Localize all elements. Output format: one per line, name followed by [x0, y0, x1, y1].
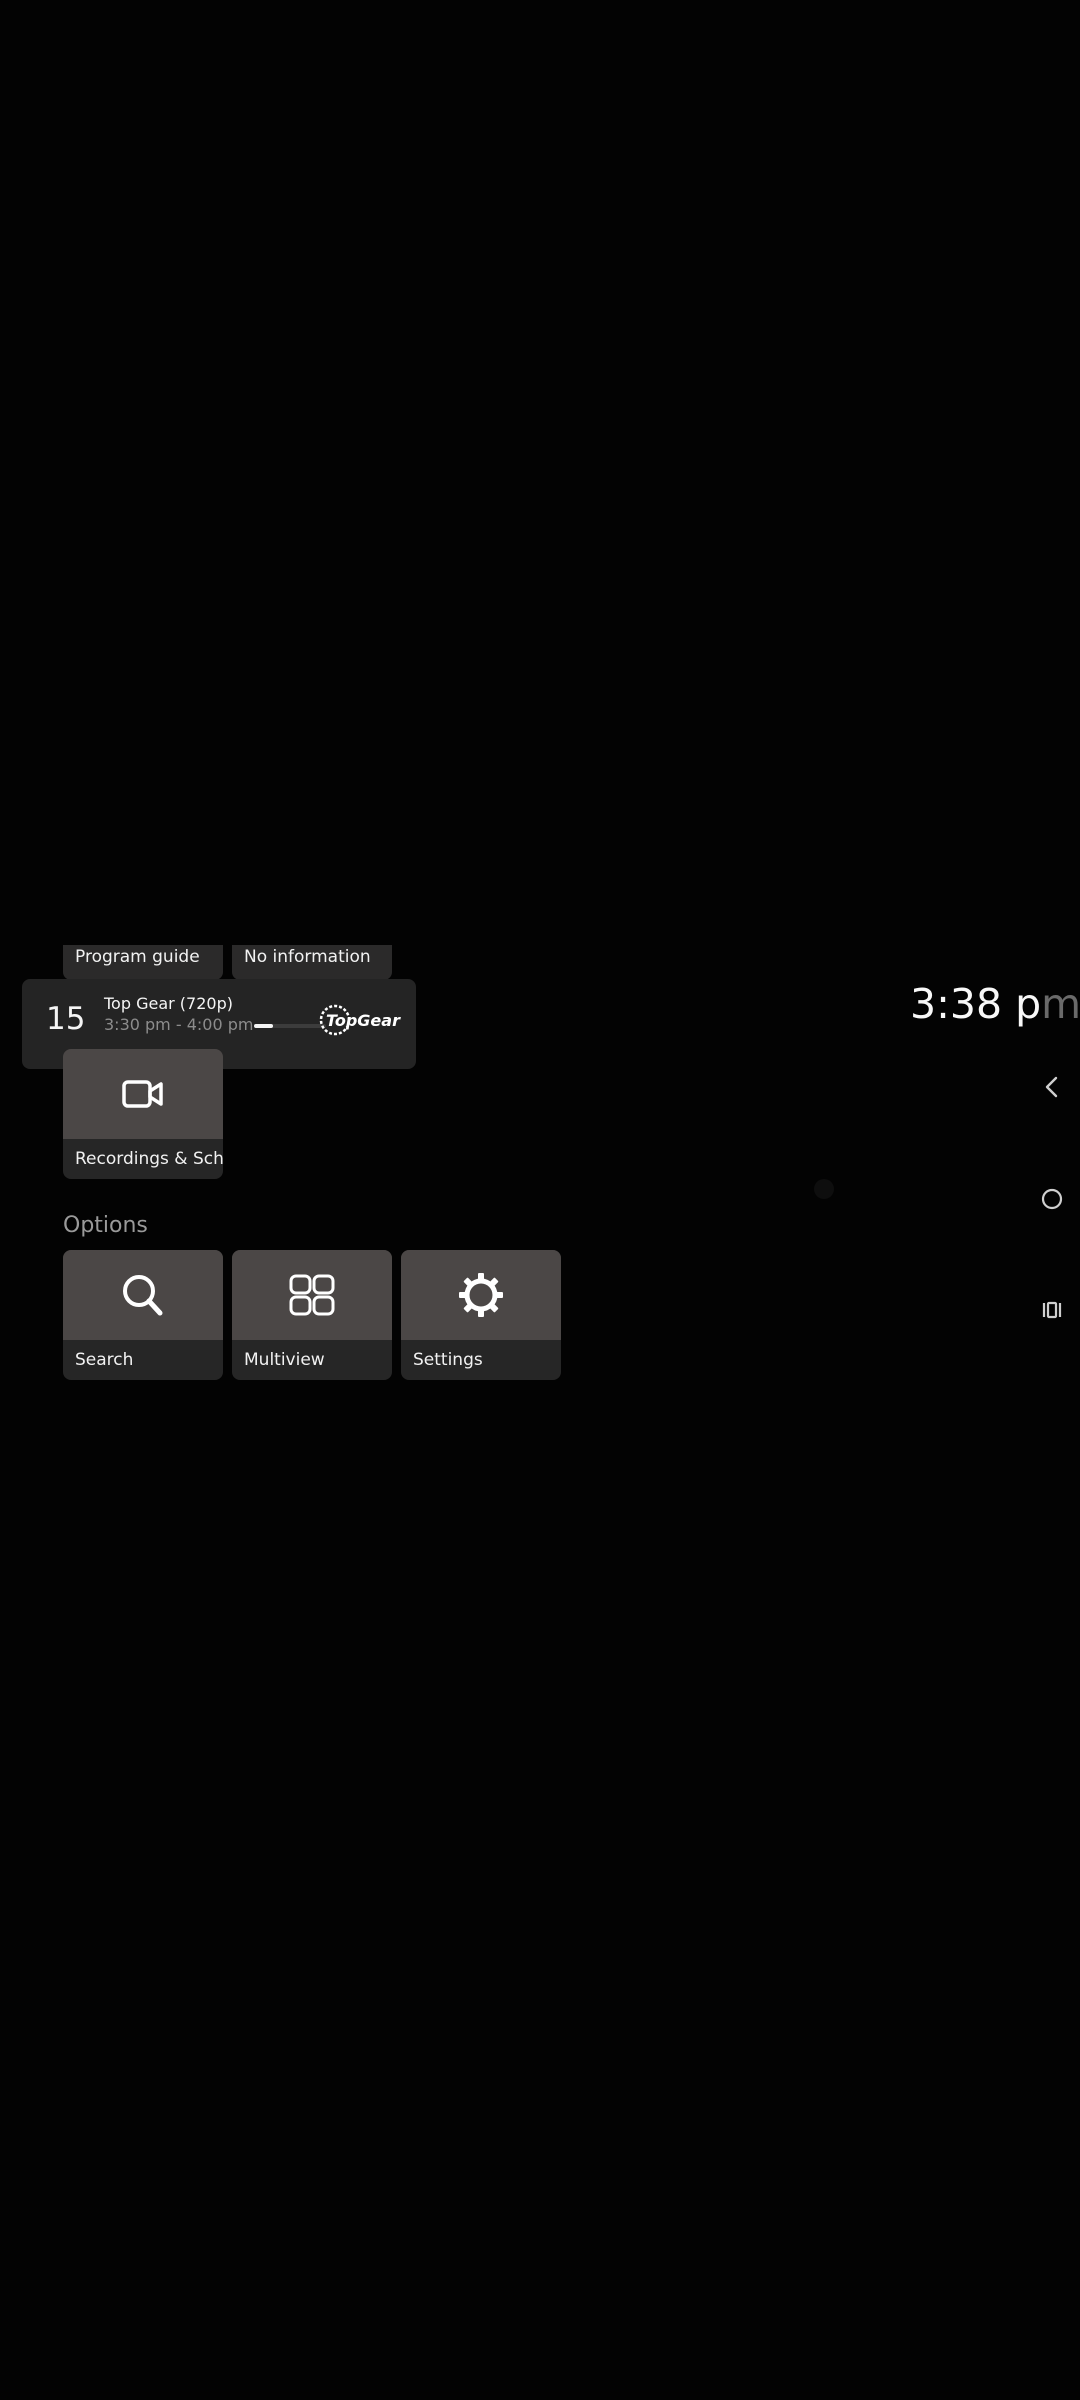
logo-text: TopGear	[326, 1011, 401, 1030]
clock-main: 3:38 p	[910, 980, 1042, 1028]
program-progress-bar	[254, 1024, 326, 1028]
settings-label: Settings	[413, 1350, 483, 1370]
options-heading: Options	[63, 1213, 148, 1238]
no-information-tile[interactable]: No information	[232, 945, 392, 980]
home-icon[interactable]	[1036, 1183, 1068, 1215]
clock-fade: m	[1041, 980, 1080, 1028]
program-guide-label: Program guide	[75, 947, 200, 967]
multiview-tile[interactable]: Multiview	[232, 1250, 392, 1380]
grid-icon	[289, 1274, 335, 1316]
no-information-label: No information	[244, 947, 371, 967]
channel-number: 15	[46, 1001, 86, 1037]
search-label: Search	[75, 1350, 134, 1370]
gear-icon	[459, 1273, 503, 1317]
program-title: Top Gear (720p)	[104, 994, 233, 1013]
topgear-logo: TopGear	[319, 1004, 401, 1036]
program-guide-tile[interactable]: Program guide	[63, 945, 223, 980]
recordings-label: Recordings & Sch..	[75, 1149, 223, 1169]
settings-tile[interactable]: Settings	[401, 1250, 561, 1380]
program-progress-fill	[254, 1024, 274, 1028]
focus-dot	[814, 1179, 834, 1199]
multiview-label: Multiview	[244, 1350, 325, 1370]
recents-icon[interactable]	[1036, 1294, 1068, 1326]
program-time: 3:30 pm - 4:00 pm	[104, 1015, 254, 1034]
recordings-tile[interactable]: Recordings & Sch..	[63, 1049, 223, 1179]
search-tile[interactable]: Search	[63, 1250, 223, 1380]
clock: 3:38 pm	[910, 980, 1080, 1028]
back-icon[interactable]	[1036, 1071, 1068, 1103]
search-icon	[123, 1275, 163, 1316]
video-camera-icon	[122, 1080, 163, 1108]
